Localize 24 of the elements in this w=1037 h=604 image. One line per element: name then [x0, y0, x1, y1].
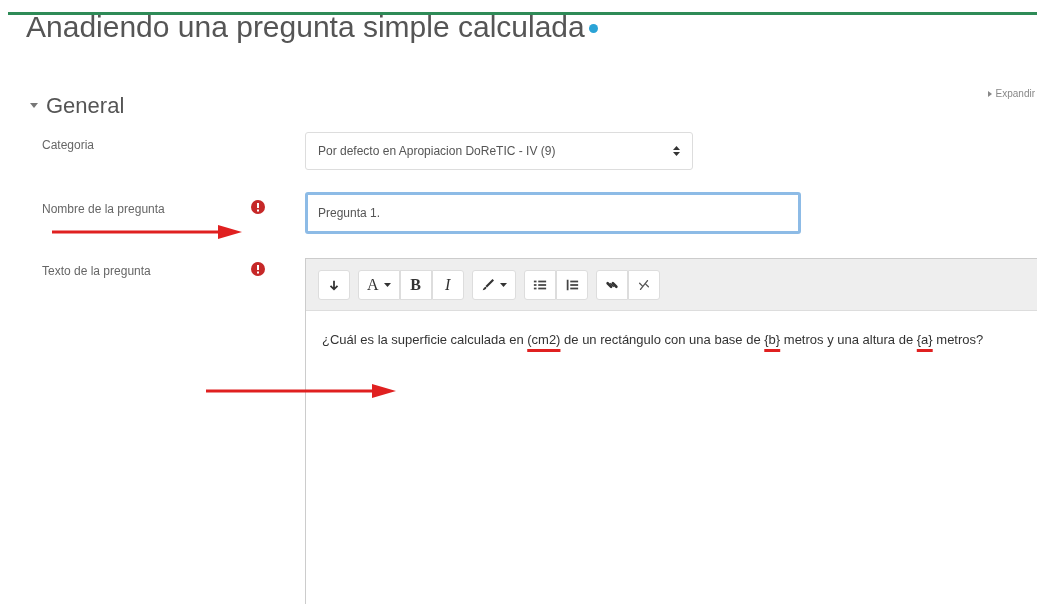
caret-down-icon[interactable] [30, 102, 38, 109]
toolbar-button[interactable] [555, 269, 588, 300]
help-icon [588, 24, 598, 33]
question-name-input[interactable]: Pregunta 1. [305, 192, 801, 234]
field-label: Categoria [42, 137, 95, 154]
page-title: Anadiendo una pregunta simple calculada [26, 12, 585, 42]
toolbar-button[interactable]: A [358, 269, 400, 300]
toolbar-button[interactable]: B [399, 269, 432, 300]
field-label: Nombre de la pregunta [42, 201, 165, 218]
toolbar-button[interactable] [318, 269, 350, 300]
numbered-list-icon [564, 277, 579, 292]
toolbar-button[interactable] [595, 269, 628, 300]
category-select[interactable]: Por defecto en Apropiacion DoReTIC - IV (9) [305, 132, 693, 170]
expand-all-link[interactable]: Expandir [987, 86, 1035, 101]
sort-icon [673, 146, 680, 156]
toolbar-button[interactable] [471, 269, 516, 300]
field-label: Texto de la pregunta [42, 263, 151, 280]
brush-icon [480, 277, 495, 292]
section-title: General [46, 92, 125, 120]
toolbar-button[interactable]: I [431, 269, 464, 300]
question-text: ¿Cuál es la superficie calculada en (cm2) de un rectángulo con una base de {b} metros y una altura de {a} metros? [322, 331, 985, 349]
unlink-icon [636, 277, 651, 292]
triangle-right-icon [987, 90, 992, 97]
toolbar-button[interactable] [523, 269, 556, 300]
